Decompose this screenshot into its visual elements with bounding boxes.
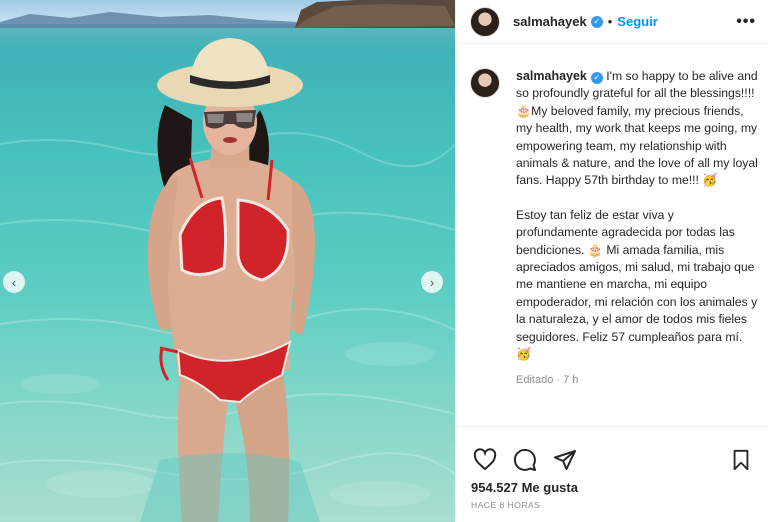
caption-verified-badge-icon: ✓: [590, 71, 603, 84]
action-bar: [456, 426, 768, 478]
previous-image-button[interactable]: ‹: [3, 271, 25, 293]
caption-username-link[interactable]: salmahayek: [516, 69, 587, 83]
caption-text-spanish: Estoy tan feliz de estar viva y profunda…: [516, 207, 758, 362]
caption: salmahayek ✓ I'm so happy to be alive and…: [516, 68, 758, 389]
bookmark-icon: [733, 449, 749, 470]
like-button[interactable]: [472, 447, 498, 473]
chevron-right-icon: ›: [429, 274, 435, 290]
next-image-button[interactable]: ›: [421, 271, 443, 293]
share-icon: [554, 449, 576, 470]
separator-dot: •: [607, 14, 613, 29]
username-link[interactable]: salmahayek: [513, 14, 587, 29]
share-button[interactable]: [552, 447, 578, 473]
chevron-left-icon: ‹: [11, 274, 17, 290]
save-button[interactable]: [728, 447, 754, 473]
woman-in-red-bikini: [140, 38, 320, 522]
edited-timestamp: Editado · 7 h: [516, 373, 579, 386]
caption-text-english: I'm so happy to be alive and so profound…: [516, 69, 758, 188]
post-sidebar: salmahayek ✓ • Seguir ••• salmahayek ✓ I'…: [455, 0, 768, 522]
caption-avatar[interactable]: [470, 68, 500, 98]
post-image: ‹ ›: [0, 0, 455, 522]
verified-badge-icon: ✓: [590, 15, 603, 28]
caption-english: salmahayek ✓ I'm so happy to be alive and…: [516, 68, 758, 190]
post-header: salmahayek ✓ • Seguir •••: [456, 0, 768, 44]
avatar[interactable]: [470, 6, 500, 37]
comment-button[interactable]: [512, 447, 538, 473]
comment-icon: [513, 448, 536, 471]
heart-icon: [473, 447, 497, 470]
follow-button[interactable]: Seguir: [617, 14, 657, 29]
caption-block: salmahayek ✓ I'm so happy to be alive and…: [470, 56, 758, 389]
post-timestamp[interactable]: HACE 8 HORAS: [471, 500, 540, 510]
more-options-icon[interactable]: •••: [736, 13, 756, 31]
likes-count[interactable]: 954.527 Me gusta: [471, 480, 578, 495]
